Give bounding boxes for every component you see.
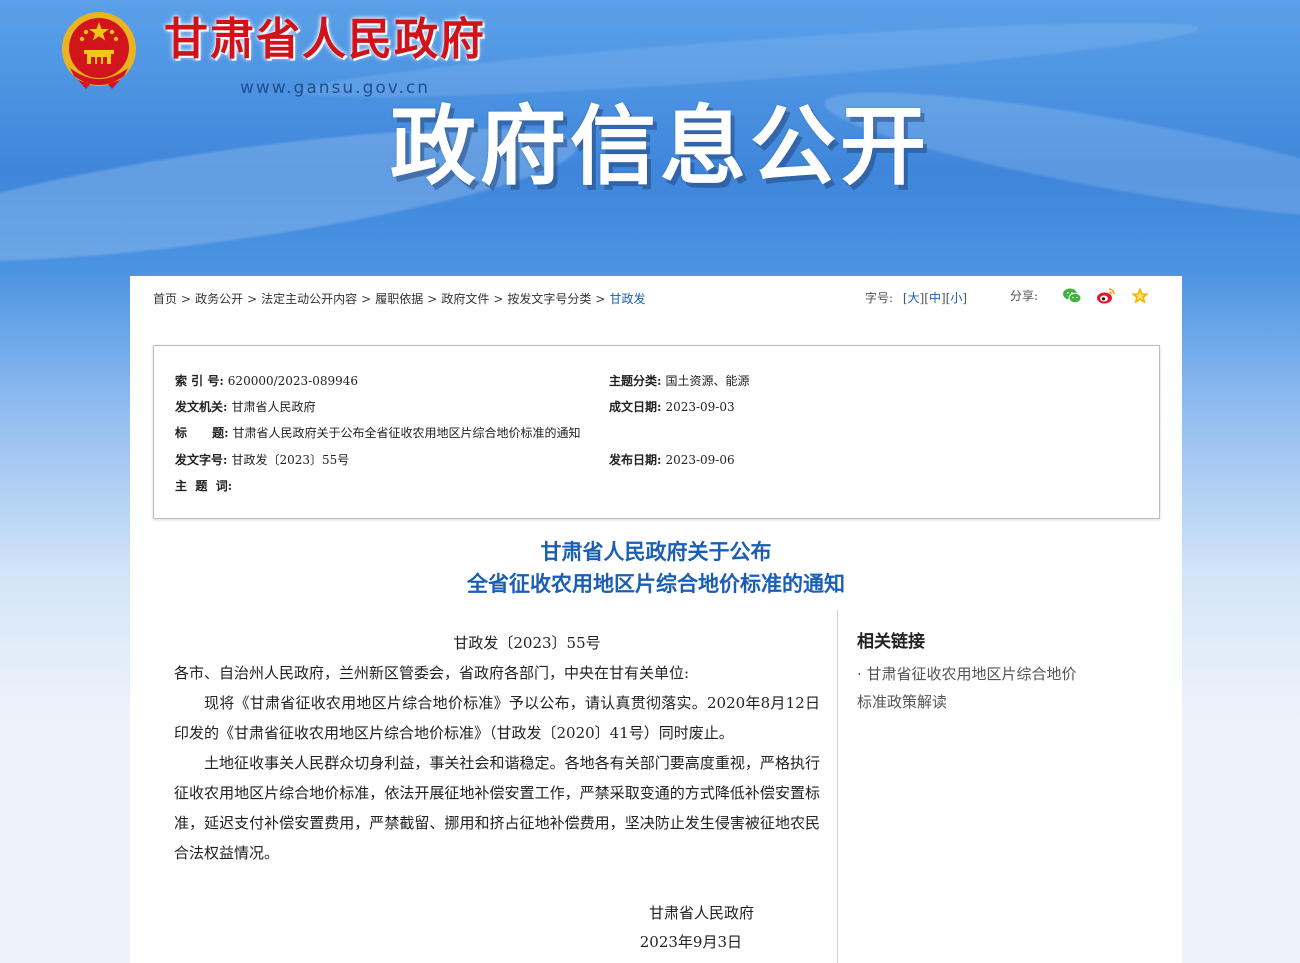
font-size-label: 字号: [865, 291, 894, 305]
wechat-icon[interactable] [1062, 286, 1082, 306]
font-size-control: 字号: [大][中][小] [865, 291, 968, 305]
document-title-line2: 全省征收农用地区片综合地价标准的通知 [467, 571, 845, 596]
meta-published-date: 发布日期: 2023-09-06 [609, 453, 735, 467]
document-signer: 甘肃省人民政府 [648, 904, 754, 922]
document-paragraph-1: 现将《甘肃省征收农用地区片综合地价标准》予以公布，请认真贯彻落实。2020年8月… [174, 694, 820, 742]
document-body: 甘政发〔2023〕55号 各市、自治州人民政府，兰州新区管委会，省政府各部门，中… [174, 628, 820, 868]
font-size-large-button[interactable]: 大 [908, 291, 920, 305]
breadcrumb-separator: > [427, 292, 438, 306]
top-bar: 首页 > 政务公开 > 法定主动公开内容 > 履职依据 > 政府文件 > 按发文字号分类 > 甘政发 字… [130, 276, 1182, 320]
breadcrumb-separator: > [247, 292, 258, 306]
document-metadata-box: 索 引 号: 620000/2023-089946 主题分类: 国土资源、能源 发文… [153, 345, 1160, 519]
breadcrumb-duty-basis[interactable]: 履职依据 [375, 292, 423, 306]
meta-doc-number: 发文字号: 甘政发〔2023〕55号 [175, 453, 350, 467]
share-label: 分享: [1010, 289, 1039, 303]
breadcrumb-by-doc-number[interactable]: 按发文字号分类 [507, 292, 591, 306]
font-size-medium-button[interactable]: 中 [929, 291, 941, 305]
font-size-small-button[interactable]: 小 [950, 291, 962, 305]
hero-title: 政府信息公开 [390, 97, 930, 197]
document-title-line1: 甘肃省人民政府关于公布 [540, 539, 772, 564]
favorite-star-icon[interactable] [1130, 286, 1150, 306]
document-title: 甘肃省人民政府关于公布 全省征收农用地区片综合地价标准的通知 [130, 536, 1182, 600]
document-addressee: 各市、自治州人民政府，兰州新区管委会，省政府各部门，中央在甘有关单位: [174, 664, 690, 682]
meta-topic-category: 主题分类: 国土资源、能源 [609, 374, 750, 388]
breadcrumb-gov-affairs[interactable]: 政务公开 [195, 292, 243, 306]
document-paragraph-2: 土地征收事关人民群众切身利益，事关社会和谐稳定。各地各有关部门要高度重视，严格执… [174, 754, 820, 862]
document-number: 甘政发〔2023〕55号 [453, 634, 601, 652]
related-links-panel: 相关链接 · 甘肃省征收农用地区片综合地价 标准政策解读 [857, 628, 1107, 716]
site-name[interactable]: 甘肃省人民政府 [164, 18, 486, 62]
meta-index-number: 索 引 号: 620000/2023-089946 [175, 374, 359, 388]
meta-keywords: 主 题 词: [175, 479, 233, 493]
content-card: 首页 > 政务公开 > 法定主动公开内容 > 履职依据 > 政府文件 > 按发文字号分类 > 甘政发 字… [130, 276, 1182, 963]
related-link-policy-interpretation[interactable]: · 甘肃省征收农用地区片综合地价 标准政策解读 [857, 660, 1107, 716]
breadcrumb-separator: > [361, 292, 372, 306]
related-link-line2: 标准政策解读 [857, 693, 948, 711]
site-url[interactable]: www.gansu.gov.cn [240, 78, 430, 98]
national-emblem-icon [62, 12, 136, 89]
breadcrumb-current[interactable]: 甘政发 [609, 292, 645, 306]
column-divider [837, 610, 838, 963]
meta-title: 标 题: 甘肃省人民政府关于公布全省征收农用地区片综合地价标准的通知 [175, 426, 581, 440]
breadcrumb-home[interactable]: 首页 [153, 292, 177, 306]
related-links-title: 相关链接 [857, 632, 925, 652]
breadcrumb-gov-documents[interactable]: 政府文件 [441, 292, 489, 306]
breadcrumb-separator: > [493, 292, 504, 306]
breadcrumb-separator: > [181, 292, 192, 306]
related-link-line1: · 甘肃省征收农用地区片综合地价 [857, 665, 1077, 683]
breadcrumb: 首页 > 政务公开 > 法定主动公开内容 > 履职依据 > 政府文件 > 按发文字号分类 > 甘政发 [153, 290, 645, 307]
document-sign-date: 2023年9月3日 [639, 933, 742, 951]
share-bar: 分享: [1010, 286, 1164, 306]
weibo-icon[interactable] [1096, 286, 1116, 306]
breadcrumb-separator: > [595, 292, 606, 306]
meta-issuer: 发文机关: 甘肃省人民政府 [175, 400, 316, 414]
breadcrumb-statutory-content[interactable]: 法定主动公开内容 [261, 292, 357, 306]
meta-written-date: 成文日期: 2023-09-03 [609, 400, 735, 414]
